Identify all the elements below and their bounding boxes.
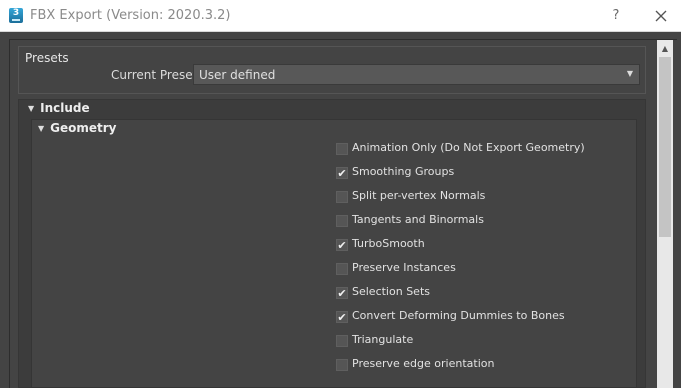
option-label: Triangulate xyxy=(352,333,414,346)
fbx-export-dialog: 3 FBX Export (Version: 2020.3.2) ? Prese… xyxy=(0,0,681,388)
option-label: Animation Only (Do Not Export Geometry) xyxy=(352,141,585,154)
turbosmooth-checkbox[interactable]: ✔ xyxy=(336,239,348,251)
current-preset-label: Current Preset: xyxy=(111,68,202,82)
title-bar[interactable]: 3 FBX Export (Version: 2020.3.2) ? xyxy=(0,0,681,32)
convert-dummies-checkbox[interactable]: ✔ xyxy=(336,311,348,323)
geometry-panel xyxy=(31,119,637,388)
preserve-edge-orientation-checkbox[interactable] xyxy=(336,359,348,371)
option-label: Preserve Instances xyxy=(352,261,456,274)
tangents-binormals-checkbox[interactable] xyxy=(336,215,348,227)
selection-sets-checkbox[interactable]: ✔ xyxy=(336,287,348,299)
scroll-up-arrow-icon[interactable]: ▲ xyxy=(657,42,673,56)
dropdown-arrow-icon: ▼ xyxy=(626,69,633,78)
presets-title: Presets xyxy=(25,51,69,65)
close-icon xyxy=(655,10,667,22)
include-rollout-header[interactable]: ▼ Include xyxy=(28,101,90,117)
geometry-rollout-header[interactable]: ▼ Geometry xyxy=(38,121,117,135)
app-icon-text: 3 xyxy=(12,8,20,18)
option-label: Split per-vertex Normals xyxy=(352,189,486,202)
include-label: Include xyxy=(40,101,90,115)
option-label: TurboSmooth xyxy=(352,237,425,250)
option-label: Tangents and Binormals xyxy=(352,213,484,226)
window-title: FBX Export (Version: 2020.3.2) xyxy=(30,8,231,23)
option-label: Convert Deforming Dummies to Bones xyxy=(352,309,565,322)
3dsmax-app-icon: 3 xyxy=(9,8,23,23)
help-button[interactable]: ? xyxy=(606,6,626,26)
scrollbar-thumb[interactable] xyxy=(659,57,671,237)
close-button[interactable] xyxy=(650,5,672,27)
animation-only-checkbox[interactable] xyxy=(336,143,348,155)
option-label: Preserve edge orientation xyxy=(352,357,495,370)
geometry-label: Geometry xyxy=(50,121,117,135)
preserve-instances-checkbox[interactable] xyxy=(336,263,348,275)
collapse-triangle-icon: ▼ xyxy=(28,104,35,113)
option-label: Smoothing Groups xyxy=(352,165,455,178)
triangulate-checkbox[interactable] xyxy=(336,335,348,347)
smoothing-groups-checkbox[interactable]: ✔ xyxy=(336,167,348,179)
collapse-triangle-icon: ▼ xyxy=(38,124,45,133)
split-normals-checkbox[interactable] xyxy=(336,191,348,203)
option-label: Selection Sets xyxy=(352,285,430,298)
current-preset-value: User defined xyxy=(199,68,276,82)
vertical-scrollbar[interactable]: ▲ xyxy=(657,40,673,388)
current-preset-dropdown[interactable]: User defined ▼ xyxy=(193,64,640,85)
